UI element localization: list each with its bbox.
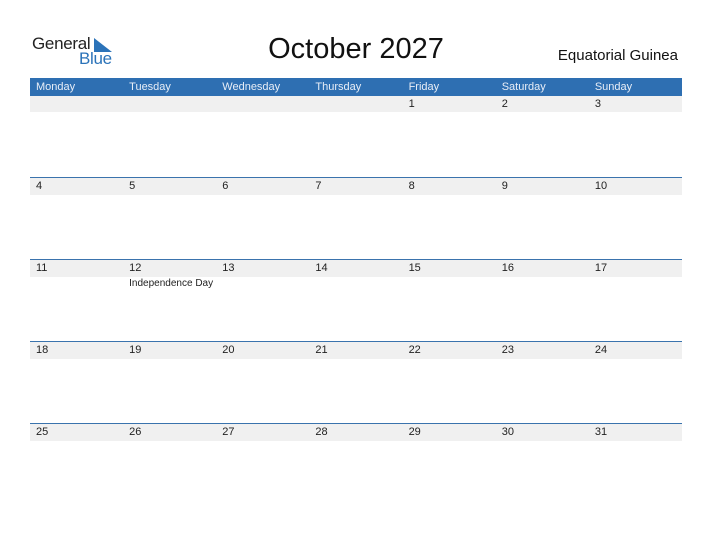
weekday-header: Monday Tuesday Wednesday Thursday Friday…: [30, 78, 682, 96]
day-number: 15: [408, 262, 421, 274]
day-number: 30: [501, 426, 514, 438]
day-cell: 23: [496, 342, 589, 359]
weekday-friday: Friday: [408, 81, 440, 93]
day-number: 12: [129, 262, 142, 274]
country-name: Equatorial Guinea: [557, 47, 678, 64]
day-number: 29: [408, 426, 421, 438]
weekday-wednesday: Wednesday: [222, 81, 281, 93]
day-number: 21: [315, 344, 328, 356]
day-cell: [309, 96, 402, 112]
day-number: 3: [594, 98, 601, 110]
weekday-monday: Monday: [36, 81, 76, 93]
weekday-thursday: Thursday: [315, 81, 362, 93]
day-cell: 17: [589, 260, 682, 277]
calendar-grid: Monday Tuesday Wednesday Thursday Friday…: [30, 78, 682, 505]
day-number: 8: [408, 180, 415, 192]
week-row: 18 19 20 21 22 23 24: [30, 341, 682, 423]
day-cell: 26: [123, 424, 216, 441]
day-number: 18: [36, 344, 49, 356]
weekday-sunday: Sunday: [594, 81, 633, 93]
day-number: 20: [222, 344, 235, 356]
day-cell: 12 Independence Day: [123, 260, 216, 289]
day-cell: 20: [216, 342, 309, 359]
week-row: 11 12 Independence Day 13 14 15 16 17: [30, 259, 682, 341]
day-cell: [123, 96, 216, 112]
day-number: 22: [408, 344, 421, 356]
day-number: 11: [36, 262, 48, 274]
day-cell: 10: [589, 178, 682, 195]
week-date-bar: 18 19 20 21 22 23 24: [30, 342, 682, 359]
day-cell: 29: [403, 424, 496, 441]
day-number: 16: [501, 262, 514, 274]
day-number: 7: [315, 180, 322, 192]
day-number: 19: [129, 344, 142, 356]
day-cell: 15: [403, 260, 496, 277]
day-cell: 6: [216, 178, 309, 195]
day-cell: 30: [496, 424, 589, 441]
week-date-bar: 1 2 3: [30, 96, 682, 112]
day-number: 6: [222, 180, 229, 192]
week-date-bar: 25 26 27 28 29 30 31: [30, 424, 682, 441]
day-cell: 5: [123, 178, 216, 195]
day-number: 2: [501, 98, 508, 110]
weekday-tuesday: Tuesday: [129, 81, 171, 93]
day-cell: 13: [216, 260, 309, 277]
day-number: 13: [222, 262, 235, 274]
weekday-saturday: Saturday: [501, 81, 546, 93]
day-cell: 11: [30, 260, 123, 277]
day-cell: 4: [30, 178, 123, 195]
week-row: 25 26 27 28 29 30 31: [30, 423, 682, 505]
day-cell: 3: [589, 96, 682, 112]
day-cell: 16: [496, 260, 589, 277]
day-cell: 1: [403, 96, 496, 112]
day-number: 10: [594, 180, 608, 192]
day-cell: 19: [123, 342, 216, 359]
day-cell: 28: [309, 424, 402, 441]
day-cell: 31: [589, 424, 682, 441]
day-cell: 18: [30, 342, 123, 359]
day-number: 25: [36, 426, 49, 438]
week-date-bar: 11 12 Independence Day 13 14 15 16 17: [30, 260, 682, 289]
week-row: 1 2 3: [30, 96, 682, 177]
day-number: 31: [594, 426, 608, 438]
day-cell: 24: [589, 342, 682, 359]
day-cell: 7: [309, 178, 402, 195]
day-cell: [216, 96, 309, 112]
day-number: 27: [222, 426, 235, 438]
day-number: 14: [315, 262, 328, 274]
day-cell: 27: [216, 424, 309, 441]
day-number: 5: [129, 180, 136, 192]
day-cell: 8: [403, 178, 496, 195]
day-cell: 22: [403, 342, 496, 359]
day-number: 26: [129, 426, 142, 438]
day-number: 17: [594, 262, 608, 274]
day-number: 1: [408, 98, 415, 110]
day-number: 24: [594, 344, 608, 356]
day-cell: 14: [309, 260, 402, 277]
holiday-label: Independence Day: [129, 278, 214, 289]
day-number: 23: [501, 344, 514, 356]
day-cell: [30, 96, 123, 112]
day-cell: 25: [30, 424, 123, 441]
day-cell: 2: [496, 96, 589, 112]
day-number: 4: [36, 180, 43, 192]
day-number: 9: [501, 180, 508, 192]
week-row: 4 5 6 7 8 9 10: [30, 177, 682, 259]
week-date-bar: 4 5 6 7 8 9 10: [30, 178, 682, 195]
day-number: 28: [315, 426, 328, 438]
day-cell: 9: [496, 178, 589, 195]
day-cell: 21: [309, 342, 402, 359]
